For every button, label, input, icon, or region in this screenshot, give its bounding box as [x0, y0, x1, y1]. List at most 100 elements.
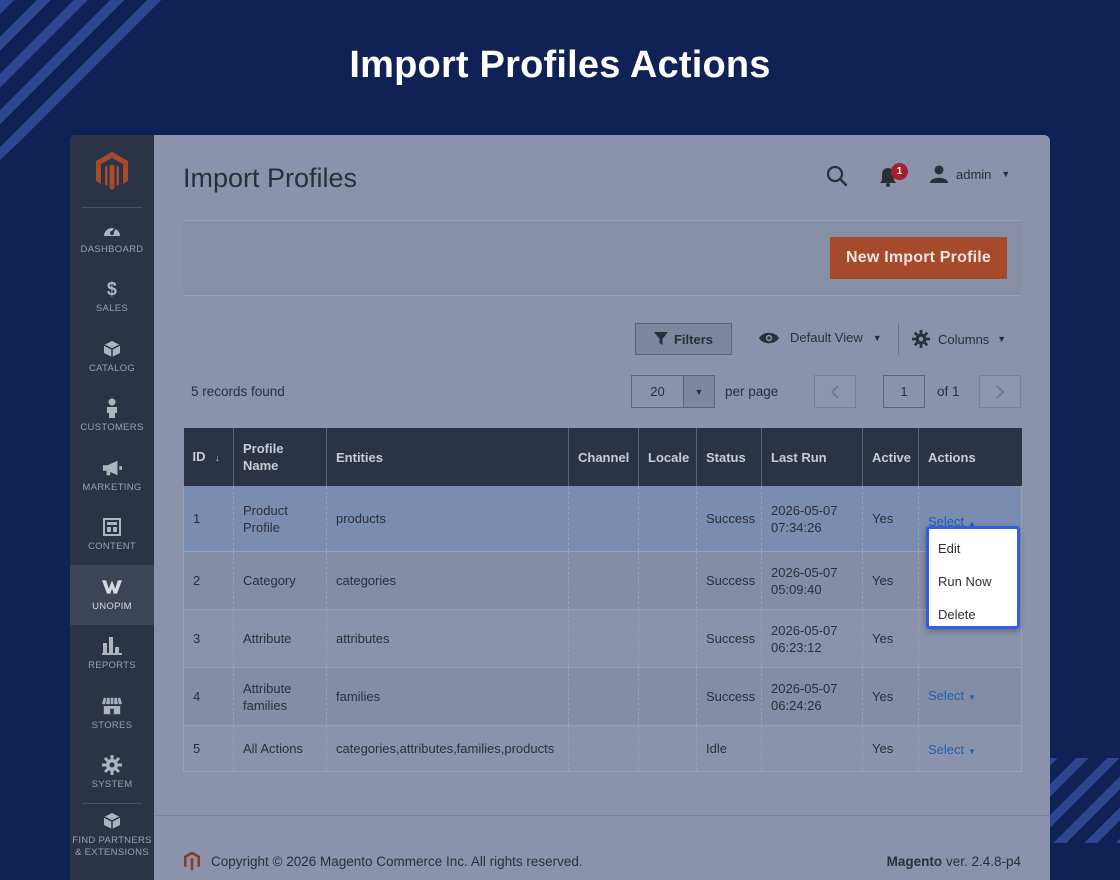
column-header-active[interactable]: Active: [862, 428, 919, 486]
column-header-id[interactable]: ID ↓: [183, 428, 234, 486]
cell-active: Yes: [862, 551, 919, 610]
filter-icon: [653, 332, 668, 345]
magento-logo[interactable]: [70, 135, 154, 207]
sidebar-item-unopim[interactable]: UNOPIM: [70, 565, 154, 625]
chevron-right-icon: [996, 384, 1004, 399]
sidebar-item-customers[interactable]: CUSTOMERS: [70, 387, 154, 447]
per-page-value: 20: [650, 384, 665, 399]
cell-status: Success: [696, 551, 762, 610]
sidebar-item-system[interactable]: SYSTEM: [70, 744, 154, 804]
sidebar-item-marketing[interactable]: MARKETING: [70, 446, 154, 506]
cell-active: Yes: [862, 609, 919, 668]
cell-last-run: [761, 725, 863, 772]
cell-status: Idle: [696, 725, 762, 772]
sidebar-item-partners[interactable]: FIND PARTNERS & EXTENSIONS: [70, 804, 154, 866]
cell-id: 2: [183, 551, 234, 610]
layout-icon: [102, 517, 122, 537]
hero-title: Import Profiles Actions: [349, 44, 771, 86]
user-menu[interactable]: admin ▼: [930, 165, 1010, 183]
sidebar-item-reports[interactable]: REPORTS: [70, 625, 154, 685]
unopim-icon: [102, 577, 122, 597]
cell-locale: [638, 486, 697, 552]
footer-version: ver. 2.4.8-p4: [945, 853, 1021, 869]
columns-label: Columns: [938, 331, 990, 347]
table-row[interactable]: 2 Category categories Success 2026-05-07…: [183, 551, 1022, 610]
sidebar-item-label: MARKETING: [82, 481, 142, 493]
menu-item-delete[interactable]: Delete: [929, 598, 1017, 631]
sidebar-item-dashboard[interactable]: DASHBOARD: [70, 208, 154, 268]
cell-status: Success: [696, 667, 762, 726]
user-name: admin: [956, 166, 992, 182]
row-actions-select[interactable]: Select ▼: [928, 688, 976, 703]
cell-active: Yes: [862, 667, 919, 726]
cell-id: 1: [183, 486, 234, 552]
cell-channel: [568, 667, 639, 726]
decorative-stripes-bottom-right: [1045, 758, 1120, 843]
cell-status: Success: [696, 609, 762, 668]
sidebar-item-label: CONTENT: [87, 541, 136, 553]
table-row[interactable]: 5 All Actions categories,attributes,fami…: [183, 725, 1022, 772]
column-header-channel[interactable]: Channel: [568, 428, 639, 486]
cell-locale: [638, 667, 697, 726]
sidebar-item-label: SYSTEM: [91, 779, 133, 791]
per-page-select[interactable]: 20 ▼: [631, 375, 715, 408]
column-header-label: ID: [192, 448, 206, 464]
per-page-label: per page: [725, 384, 779, 399]
column-header-last-run[interactable]: Last Run: [761, 428, 863, 486]
cell-profile-name: Product Profile: [233, 486, 327, 552]
sidebar-item-stores[interactable]: STORES: [70, 684, 154, 744]
cell-locale: [638, 725, 697, 772]
main-content: Import Profiles 1 admin ▼ New Import Pro…: [154, 135, 1050, 880]
column-header-locale[interactable]: Locale: [638, 428, 697, 486]
page-number-input[interactable]: 1: [883, 375, 925, 408]
sidebar-item-label: UNOPIM: [92, 600, 132, 612]
row-actions-menu: Edit Run Now Delete: [926, 526, 1020, 629]
columns-selector[interactable]: Columns ▼: [912, 330, 1006, 348]
chevron-down-icon[interactable]: ▼: [683, 376, 714, 407]
cell-status: Success: [696, 486, 762, 552]
sidebar: DASHBOARD $ SALES CATALOG CUSTOMERS MARK…: [70, 135, 154, 880]
cell-profile-name: Attribute families: [233, 667, 327, 726]
page-total: of 1: [937, 384, 960, 399]
menu-item-edit[interactable]: Edit: [929, 532, 1017, 565]
search-icon[interactable]: [826, 165, 848, 187]
sidebar-item-catalog[interactable]: CATALOG: [70, 327, 154, 387]
cell-last-run: 2026-05-07 06:24:26: [761, 667, 863, 726]
cell-entities: categories: [326, 551, 569, 610]
previous-page-button[interactable]: [814, 375, 856, 408]
storefront-icon: [102, 696, 122, 716]
cell-profile-name: Category: [233, 551, 327, 610]
table-row[interactable]: 4 Attribute families families Success 20…: [183, 667, 1022, 726]
sidebar-item-label: CUSTOMERS: [80, 422, 144, 434]
chevron-down-icon: ▼: [872, 332, 882, 343]
cell-id: 3: [183, 609, 234, 668]
sidebar-item-sales[interactable]: $ SALES: [70, 268, 154, 328]
cube-icon: [102, 811, 122, 831]
chevron-down-icon: ▼: [997, 334, 1007, 344]
table-row[interactable]: 1 Product Profile products Success 2026-…: [183, 486, 1022, 552]
cell-entities: families: [326, 667, 569, 726]
table-row[interactable]: 3 Attribute attributes Success 2026-05-0…: [183, 609, 1022, 668]
next-page-button[interactable]: [979, 375, 1021, 408]
sidebar-item-content[interactable]: CONTENT: [70, 506, 154, 566]
select-label: Select: [928, 742, 965, 757]
cell-locale: [638, 609, 697, 668]
chevron-down-icon: ▼: [968, 693, 977, 702]
sidebar-item-label: CATALOG: [88, 362, 136, 374]
cube-icon: [102, 339, 122, 359]
row-actions-select[interactable]: Select ▼: [928, 742, 976, 757]
menu-item-run-now[interactable]: Run Now: [929, 565, 1017, 598]
column-header-status[interactable]: Status: [696, 428, 762, 486]
view-selector[interactable]: Default View ▼: [758, 330, 882, 345]
new-import-profile-button[interactable]: New Import Profile: [830, 237, 1007, 279]
cell-last-run: 2026-05-07 07:34:26: [761, 486, 863, 552]
eye-icon: [759, 332, 779, 343]
page-actions-bar: New Import Profile: [183, 220, 1021, 296]
column-header-profile-name[interactable]: Profile Name: [233, 428, 327, 486]
column-header-actions: Actions: [918, 428, 1022, 486]
filters-button[interactable]: Filters: [635, 323, 732, 355]
column-header-entities[interactable]: Entities: [326, 428, 569, 486]
view-label: Default View: [790, 330, 863, 345]
cell-id: 4: [183, 667, 234, 726]
sidebar-item-label: STORES: [91, 719, 133, 731]
